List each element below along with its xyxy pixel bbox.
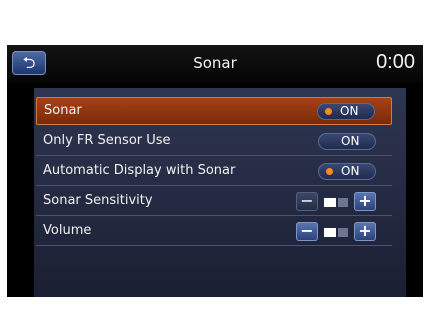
setting-label: Sonar Sensitivity bbox=[43, 193, 153, 208]
setting-label: Automatic Display with Sonar bbox=[43, 163, 236, 178]
setting-row-automatic-display[interactable]: Automatic Display with Sonar ON bbox=[36, 158, 392, 186]
setting-label: Volume bbox=[43, 223, 92, 238]
toggle-state: ON bbox=[340, 104, 359, 118]
only-fr-sensor-toggle[interactable]: ON bbox=[318, 133, 376, 150]
on-indicator-icon bbox=[325, 108, 332, 115]
sonar-toggle[interactable]: ON bbox=[317, 103, 375, 120]
setting-row-sonar[interactable]: Sonar ON bbox=[36, 97, 392, 125]
automatic-display-toggle[interactable]: ON bbox=[318, 163, 376, 180]
volume-stepper: − + bbox=[296, 222, 376, 242]
on-indicator-icon bbox=[326, 168, 333, 175]
level-remaining bbox=[338, 198, 348, 207]
setting-row-only-fr-sensor[interactable]: Only FR Sensor Use ON bbox=[36, 128, 392, 156]
sensitivity-level-indicator bbox=[324, 198, 348, 207]
level-fill bbox=[324, 198, 336, 207]
level-remaining bbox=[338, 228, 348, 237]
level-fill bbox=[324, 228, 336, 237]
volume-minus-button[interactable]: − bbox=[296, 222, 318, 241]
setting-label: Only FR Sensor Use bbox=[43, 133, 171, 148]
page-title: Sonar bbox=[193, 54, 237, 72]
sensitivity-stepper: − + bbox=[296, 192, 376, 212]
setting-row-sonar-sensitivity: Sonar Sensitivity − + bbox=[36, 188, 392, 216]
setting-label: Sonar bbox=[44, 103, 82, 118]
clock: 0:00 bbox=[376, 51, 415, 73]
sensitivity-plus-button[interactable]: + bbox=[354, 192, 376, 211]
setting-row-volume: Volume − + bbox=[36, 218, 392, 246]
toggle-state: ON bbox=[341, 164, 360, 178]
header-bar: ⮌ Sonar 0:00 bbox=[7, 45, 423, 83]
volume-level-indicator bbox=[324, 228, 348, 237]
toggle-state: ON bbox=[341, 134, 360, 148]
sensitivity-minus-button[interactable]: − bbox=[296, 192, 318, 211]
volume-plus-button[interactable]: + bbox=[354, 222, 376, 241]
